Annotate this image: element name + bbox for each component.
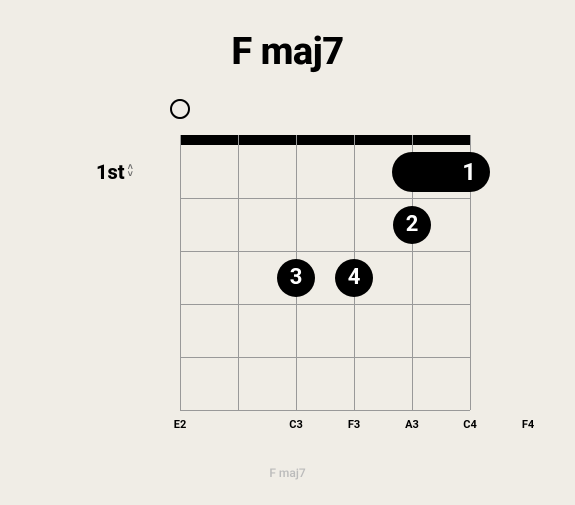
- nut: [180, 135, 470, 145]
- finger-dot-4[interactable]: 4: [335, 259, 373, 297]
- fret-line: [180, 357, 470, 358]
- fret-line: [180, 304, 470, 305]
- fret-line: [180, 251, 470, 252]
- footer-chord-name: F maj7: [0, 466, 575, 480]
- string-note-label: C4: [463, 418, 477, 431]
- fret-position-stepper[interactable]: 1st ˄˅: [96, 160, 133, 184]
- chord-diagram: { "title": "F maj7", "fret_position_labe…: [0, 0, 575, 505]
- barre-finger-1[interactable]: 1: [392, 152, 490, 192]
- string-note-label: E2: [174, 418, 187, 431]
- fret-line: [180, 198, 470, 199]
- string-note-label: C3: [289, 418, 303, 431]
- string-note-label: F4: [522, 418, 534, 431]
- string-line: [180, 135, 181, 410]
- string-note-label: A3: [405, 418, 419, 431]
- finger-dot-2[interactable]: 2: [393, 206, 431, 244]
- fretboard: 1234: [180, 135, 470, 410]
- fret-line: [180, 410, 470, 411]
- chord-title: F maj7: [0, 30, 575, 74]
- fret-position-label: 1st: [96, 160, 125, 184]
- open-string-marker: [170, 99, 190, 119]
- string-note-label: F3: [348, 418, 360, 431]
- finger-dot-3[interactable]: 3: [277, 259, 315, 297]
- stepper-icon: ˄˅: [128, 165, 133, 179]
- string-line: [238, 135, 239, 410]
